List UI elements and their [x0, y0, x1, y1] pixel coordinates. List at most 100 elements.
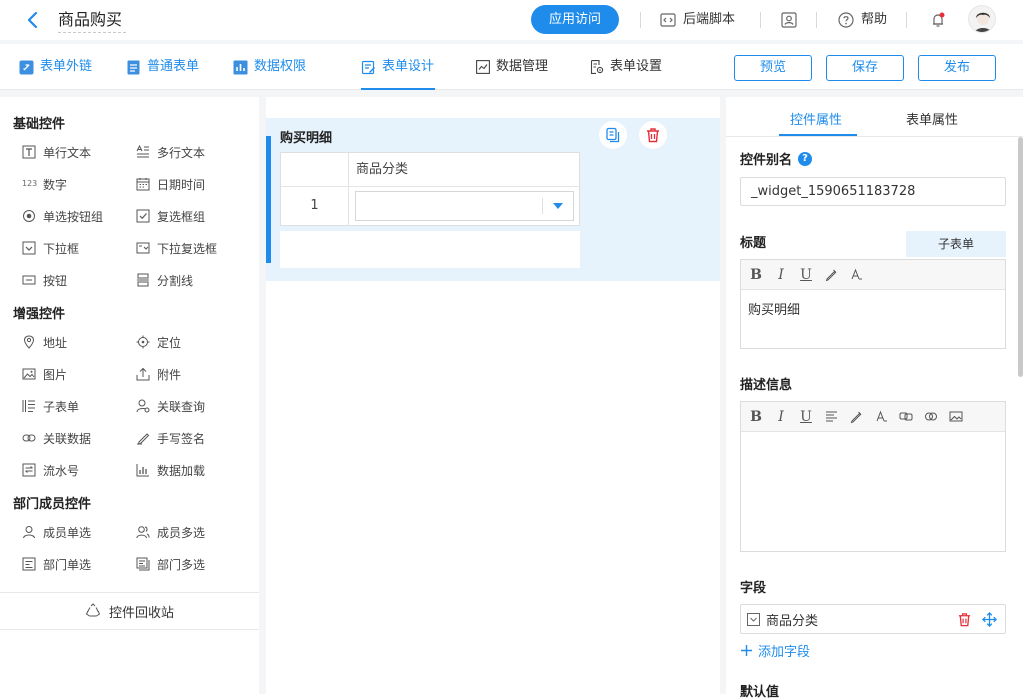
control-attachment[interactable]: 附件	[136, 364, 181, 384]
control-member-multi[interactable]: 成员多选	[136, 522, 205, 542]
nav-normal-form-label: 普通表单	[147, 59, 200, 74]
bell-icon[interactable]	[928, 10, 948, 30]
tab-form-design[interactable]: 表单设计	[361, 56, 434, 78]
control-subform[interactable]: 子表单	[22, 396, 79, 416]
control-serial-number[interactable]: 流水号	[22, 460, 79, 480]
unlink-icon[interactable]	[922, 408, 940, 426]
italic-icon[interactable]: I	[772, 408, 790, 426]
settings-doc-icon	[590, 60, 604, 74]
align-icon[interactable]	[822, 408, 840, 426]
control-single-line-text[interactable]: 单行文本	[22, 142, 91, 162]
tab-divider	[726, 136, 1023, 137]
control-label: 手写签名	[157, 431, 206, 446]
divider	[640, 12, 641, 28]
bold-icon[interactable]: B	[747, 266, 765, 284]
control-radio-group[interactable]: 单选按钮组	[22, 206, 103, 226]
insert-link-icon[interactable]	[897, 408, 915, 426]
help-link[interactable]: 帮助	[837, 8, 887, 32]
control-label: 下拉复选框	[157, 241, 218, 256]
control-linked-query[interactable]: 关联查询	[136, 396, 205, 416]
divider	[906, 12, 907, 28]
control-number[interactable]: 123 数字	[22, 174, 67, 194]
control-multi-line-text[interactable]: 多行文本	[136, 142, 205, 162]
control-datetime[interactable]: 日期时间	[136, 174, 205, 194]
tab-data-management[interactable]: 数据管理	[476, 56, 548, 78]
control-member-single[interactable]: 成员单选	[22, 522, 91, 542]
description-editor-content[interactable]	[741, 432, 1005, 450]
control-location[interactable]: 定位	[136, 332, 181, 352]
subform-widget-selected[interactable]: 购买明细 商品分类 1	[266, 118, 720, 281]
recycle-icon	[85, 603, 101, 617]
control-label: 按钮	[43, 273, 68, 288]
insert-image-icon[interactable]	[947, 408, 965, 426]
help-icon[interactable]: ?	[798, 151, 813, 166]
control-image[interactable]: 图片	[22, 364, 67, 384]
divider-icon	[137, 273, 149, 287]
control-dept-single[interactable]: 部门单选	[22, 554, 91, 574]
backend-script-link[interactable]: 后端脚本	[659, 8, 735, 32]
divider	[760, 12, 761, 28]
italic-icon[interactable]: I	[772, 266, 790, 284]
control-label: 定位	[157, 335, 182, 350]
control-data-load[interactable]: 数据加载	[136, 460, 205, 480]
preview-button[interactable]: 预览	[734, 55, 812, 81]
description-editor-toolbar: B I U	[741, 402, 1005, 432]
add-field-button[interactable]: 添加字段	[740, 641, 810, 660]
delete-widget-button[interactable]	[639, 121, 667, 149]
description-editor[interactable]: B I U	[740, 401, 1006, 552]
drag-move-icon[interactable]	[982, 612, 997, 627]
control-label: 关联数据	[43, 431, 92, 446]
subform-type-tag[interactable]: 子表单	[906, 231, 1006, 257]
copy-widget-button[interactable]	[599, 121, 627, 149]
title-editor-content[interactable]: 购买明细	[741, 290, 1005, 327]
save-button[interactable]: 保存	[826, 55, 904, 81]
scrollbar-thumb[interactable]	[1018, 137, 1023, 377]
highlighter-icon[interactable]	[822, 266, 840, 284]
form-canvas: 购买明细 商品分类 1	[266, 97, 720, 694]
nav-data-permission[interactable]: 数据权限	[233, 56, 306, 78]
underline-icon[interactable]: U	[797, 266, 815, 284]
publish-button[interactable]: 发布	[918, 55, 996, 81]
highlighter-icon[interactable]	[847, 408, 865, 426]
control-recycle-bin[interactable]: 控件回收站	[0, 592, 259, 630]
control-address[interactable]: 地址	[22, 332, 67, 352]
control-dropdown-multi[interactable]: 下拉复选框	[136, 238, 217, 258]
control-signature[interactable]: 手写签名	[136, 428, 205, 448]
back-arrow-icon[interactable]	[22, 9, 44, 31]
control-checkbox-group[interactable]: 复选框组	[136, 206, 205, 226]
control-label: 子表单	[43, 399, 80, 414]
bold-icon[interactable]: B	[747, 408, 765, 426]
control-linked-data[interactable]: 关联数据	[22, 428, 91, 448]
title-editor[interactable]: B I U 购买明细	[740, 259, 1006, 349]
tab-form-settings[interactable]: 表单设置	[590, 56, 662, 78]
widget-alias-input[interactable]: _widget_1590651183728	[740, 177, 1006, 206]
contact-card-icon[interactable]	[779, 10, 799, 30]
dropdown-field-icon	[747, 612, 760, 626]
nav-normal-form[interactable]: 普通表单	[126, 56, 199, 78]
underline-icon[interactable]: U	[797, 408, 815, 426]
field-item[interactable]: 商品分类	[740, 604, 1006, 634]
font-color-icon[interactable]	[847, 266, 865, 284]
control-dropdown[interactable]: 下拉框	[22, 238, 79, 258]
tab-data-management-label: 数据管理	[496, 59, 549, 74]
control-dept-multi[interactable]: 部门多选	[136, 554, 205, 574]
font-color-icon[interactable]	[872, 408, 890, 426]
trash-icon[interactable]	[957, 612, 972, 627]
control-label: 复选框组	[157, 209, 206, 224]
control-button[interactable]: 按钮	[22, 270, 67, 290]
linked-query-icon	[136, 399, 150, 413]
category-select[interactable]	[355, 191, 574, 221]
app-visit-button[interactable]: 应用访问	[531, 5, 619, 34]
text-box-icon	[22, 145, 36, 159]
tab-widget-properties[interactable]: 控件属性	[790, 109, 842, 128]
index-header-cell	[281, 153, 349, 186]
column-header-category: 商品分类	[356, 162, 409, 177]
app-name[interactable]: 商品购买	[58, 8, 127, 33]
nav-external-link[interactable]: 表单外链	[19, 56, 92, 78]
control-divider[interactable]: 分割线	[136, 270, 193, 290]
alias-label-text: 控件别名	[740, 153, 793, 168]
user-avatar[interactable]	[968, 5, 996, 33]
description-label: 描述信息	[740, 378, 793, 393]
properties-panel: 控件属性 表单属性 控件别名 ? _widget_1590651183728 标…	[726, 97, 1023, 700]
tab-form-properties[interactable]: 表单属性	[906, 109, 958, 128]
